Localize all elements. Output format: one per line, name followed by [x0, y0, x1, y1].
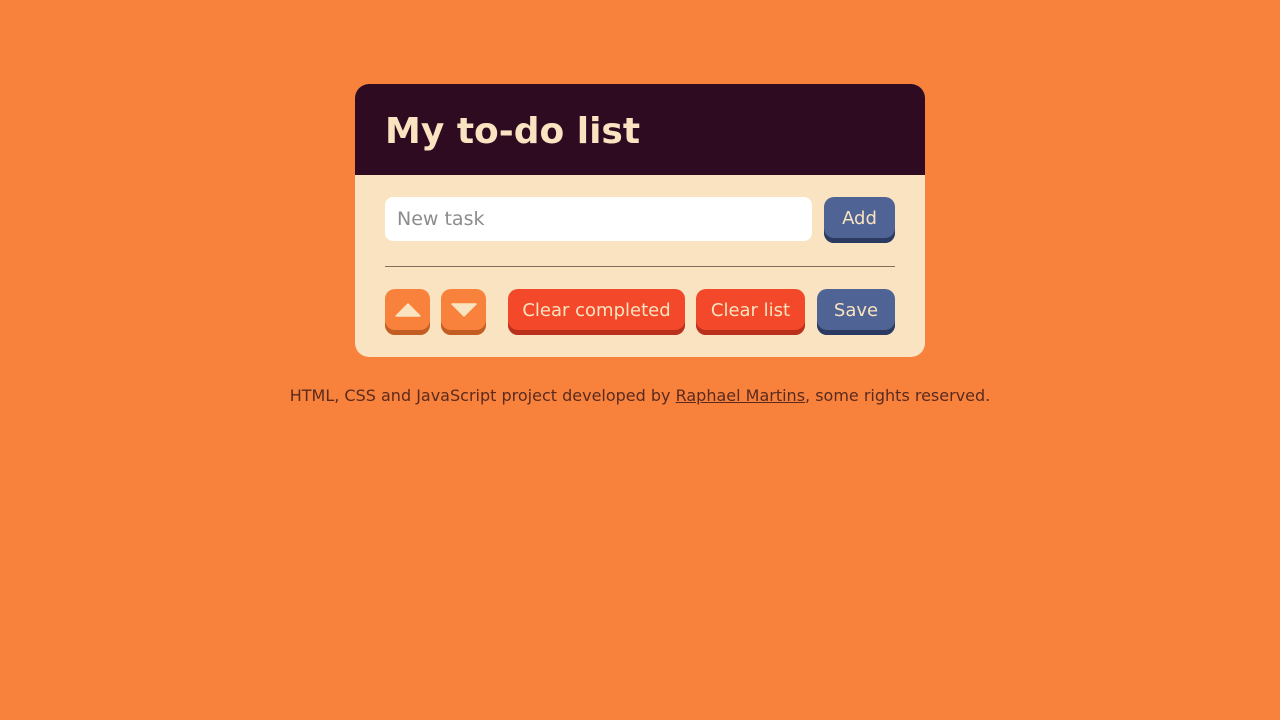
footer: HTML, CSS and JavaScript project develop… [0, 386, 1280, 405]
clear-completed-button[interactable]: Clear completed [508, 289, 685, 335]
move-down-button[interactable] [441, 289, 486, 335]
triangle-down-icon [450, 303, 477, 317]
card-header: My to-do list [355, 84, 925, 175]
footer-suffix: , some rights reserved. [805, 386, 991, 405]
actions-row: Clear completed Clear list Save [385, 289, 895, 335]
move-up-button[interactable] [385, 289, 430, 335]
author-link[interactable]: Raphael Martins [676, 386, 805, 405]
save-button[interactable]: Save [817, 289, 895, 335]
page-title: My to-do list [385, 111, 641, 152]
divider [385, 266, 895, 267]
footer-prefix: HTML, CSS and JavaScript project develop… [289, 386, 676, 405]
new-task-row: Add [385, 197, 895, 243]
add-button[interactable]: Add [824, 197, 895, 243]
clear-list-button[interactable]: Clear list [696, 289, 805, 335]
todo-card: My to-do list Add Clear completed Clear … [355, 84, 925, 357]
triangle-up-icon [394, 303, 421, 317]
new-task-input[interactable] [385, 197, 812, 241]
